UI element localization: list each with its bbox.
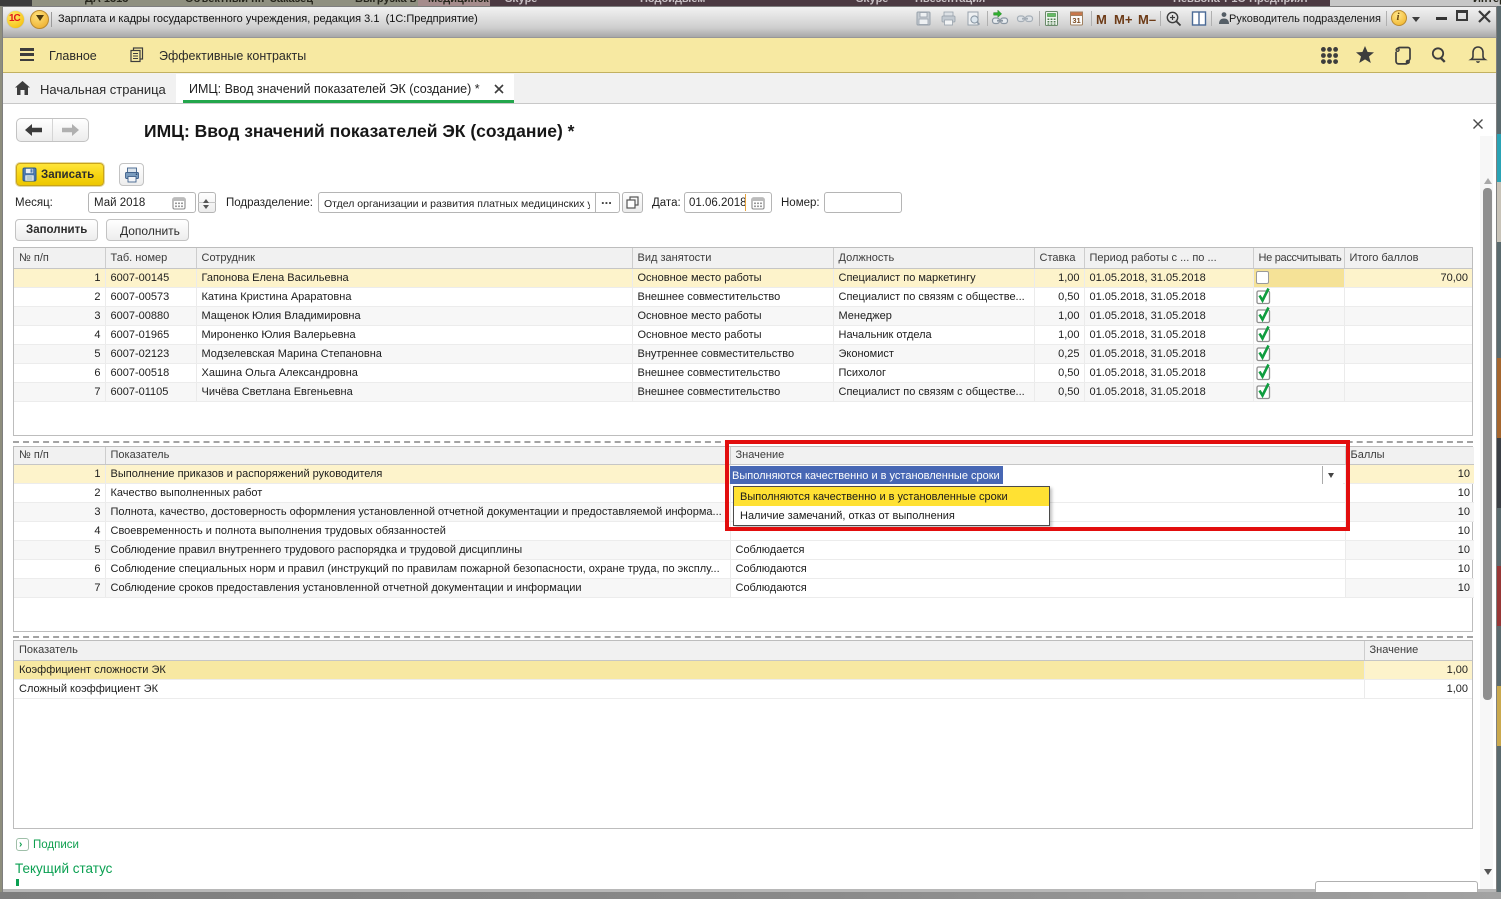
svg-text:31: 31 [1072,16,1080,25]
